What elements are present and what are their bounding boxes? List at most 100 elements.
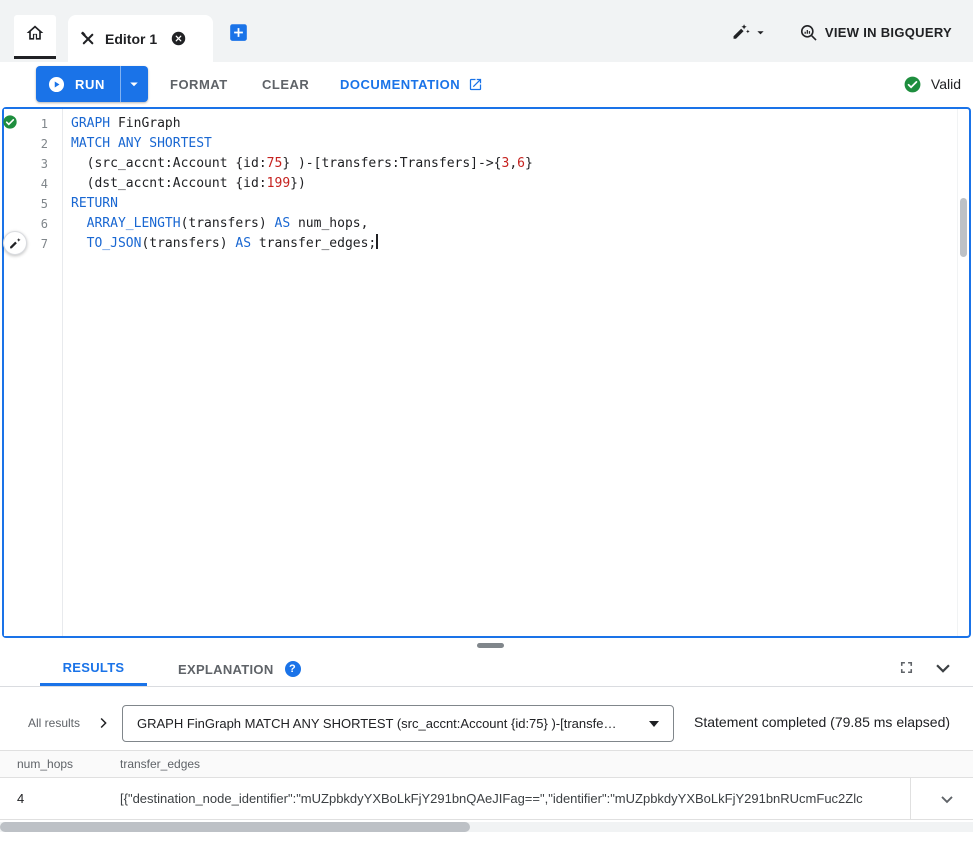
cell-transfer-edges: [{"destination_node_identifier":"mUZpbkd… [103,778,911,819]
query-status: Valid [903,66,961,102]
magic-wand-icon [731,23,750,42]
format-button[interactable]: FORMAT [170,66,228,102]
statement-status: Statement completed (79.85 ms elapsed) [694,714,950,730]
code-line: ARRAY_LENGTH(transfers) AS num_hops, [71,214,953,234]
dropdown-caret-icon [649,721,659,727]
text-cursor [376,234,378,249]
line-number: 6 [41,214,48,234]
code-line: MATCH ANY SHORTEST [71,134,953,154]
documentation-link[interactable]: DOCUMENTATION [340,66,483,102]
table-row: 4 [{"destination_node_identifier":"mUZpb… [0,778,973,820]
chevron-right-icon[interactable] [94,714,112,732]
magic-pen-icon [9,237,22,250]
results-tab-label: RESULTS [63,660,125,675]
code-segment: MATCH ANY SHORTEST [71,136,212,151]
code-segment: (transfers) [141,236,235,251]
line-number: 4 [41,174,48,194]
add-box-icon [228,22,249,43]
clear-button[interactable]: CLEAR [262,66,309,102]
code-segment: 199 [267,176,290,191]
code-area[interactable]: GRAPH FinGraph MATCH ANY SHORTEST (src_ac… [71,114,953,254]
view-in-bigquery-button[interactable]: VIEW IN BIGQUERY [799,21,952,43]
new-tab-button[interactable] [228,22,249,43]
cell-num-hops: 4 [0,778,103,819]
panel-resize-handle[interactable] [477,643,504,648]
scrollbar-thumb[interactable] [960,198,967,257]
code-segment: GRAPH [71,116,110,131]
code-segment: 6 [517,156,525,171]
help-icon[interactable] [285,661,301,677]
valid-check-icon [903,75,922,94]
code-line: GRAPH FinGraph [71,114,953,134]
view-in-bigquery-label: VIEW IN BIGQUERY [825,25,952,40]
results-table-header: num_hops transfer_edges [0,750,973,778]
code-segment: } )-[transfers:Transfers]->{ [282,156,501,171]
query-result-selector[interactable]: GRAPH FinGraph MATCH ANY SHORTEST (src_a… [122,705,674,742]
chevron-down-icon [753,25,768,40]
code-segment: num_hops, [290,216,368,231]
code-segment: } [525,156,533,171]
tab-results[interactable]: RESULTS [40,652,147,686]
editor-tab-label: Editor 1 [105,31,157,47]
close-editor-tab-icon[interactable] [170,30,187,47]
gemini-assist-button[interactable] [3,231,27,255]
editor-vertical-scrollbar[interactable] [957,109,969,636]
fullscreen-icon[interactable] [897,658,917,678]
tab-explanation[interactable]: EXPLANATION [162,652,317,686]
code-line: TO_JSON(transfers) AS transfer_edges; [71,234,953,254]
scrollbar-thumb[interactable] [0,822,470,832]
run-button[interactable]: RUN [36,66,121,102]
chevron-down-icon [125,75,143,93]
column-header-num-hops: num_hops [0,757,103,771]
all-results-label: All results [28,716,80,730]
code-segment: , [509,156,517,171]
code-segment: (src_accnt:Account {id: [71,156,267,171]
editor-gutter: 1234567 [4,109,63,636]
assist-menu-button[interactable] [731,20,768,44]
bigquery-editor-page: Editor 1 [0,0,973,855]
code-line: (dst_accnt:Account {id:199}) [71,174,953,194]
line-number: 3 [41,154,48,174]
code-line: (src_accnt:Account {id:75} )-[transfers:… [71,154,953,174]
home-tab-button[interactable] [14,15,56,59]
run-options-button[interactable] [121,66,148,102]
line-number: 2 [41,134,48,154]
documentation-label: DOCUMENTATION [340,77,460,92]
code-segment: }) [290,176,306,191]
collapse-panel-icon[interactable] [932,657,954,679]
home-icon [25,23,45,48]
line-number: 1 [41,114,48,134]
line-valid-check-icon [2,114,18,130]
results-tab-bar: RESULTS EXPLANATION [0,652,973,687]
expand-row-icon[interactable] [937,789,957,809]
run-label: RUN [75,77,105,92]
run-split-button[interactable]: RUN [36,66,148,102]
format-label: FORMAT [170,77,228,92]
bigquery-magnifier-icon [799,23,818,42]
tab-editor-1[interactable]: Editor 1 [68,15,213,62]
code-segment: (transfers) [181,216,275,231]
code-segment: (dst_accnt:Account {id: [71,176,267,191]
tab-strip: Editor 1 [0,0,973,62]
explanation-tab-label: EXPLANATION [178,662,274,677]
code-segment: AS [275,216,291,231]
code-segment [71,216,87,231]
line-number: 7 [41,234,48,254]
play-circle-icon [47,75,66,94]
line-number: 5 [41,194,48,214]
code-segment: AS [235,236,251,251]
valid-label: Valid [931,76,961,92]
code-segment: 75 [267,156,283,171]
code-segment: FinGraph [110,116,180,131]
column-header-transfer-edges: transfer_edges [103,757,200,771]
code-segment: ARRAY_LENGTH [87,216,181,231]
line-numbers: 1234567 [41,114,48,254]
sql-editor[interactable]: 1234567 GRAPH FinGraphMATCH ANY SHORTEST… [2,107,971,638]
code-segment: transfer_edges; [251,236,376,251]
horizontal-scrollbar[interactable] [0,822,973,832]
construction-icon [80,31,96,47]
selected-query-text: GRAPH FinGraph MATCH ANY SHORTEST (src_a… [137,716,639,731]
code-segment [71,236,87,251]
clear-label: CLEAR [262,77,309,92]
open-in-new-icon [468,77,483,92]
